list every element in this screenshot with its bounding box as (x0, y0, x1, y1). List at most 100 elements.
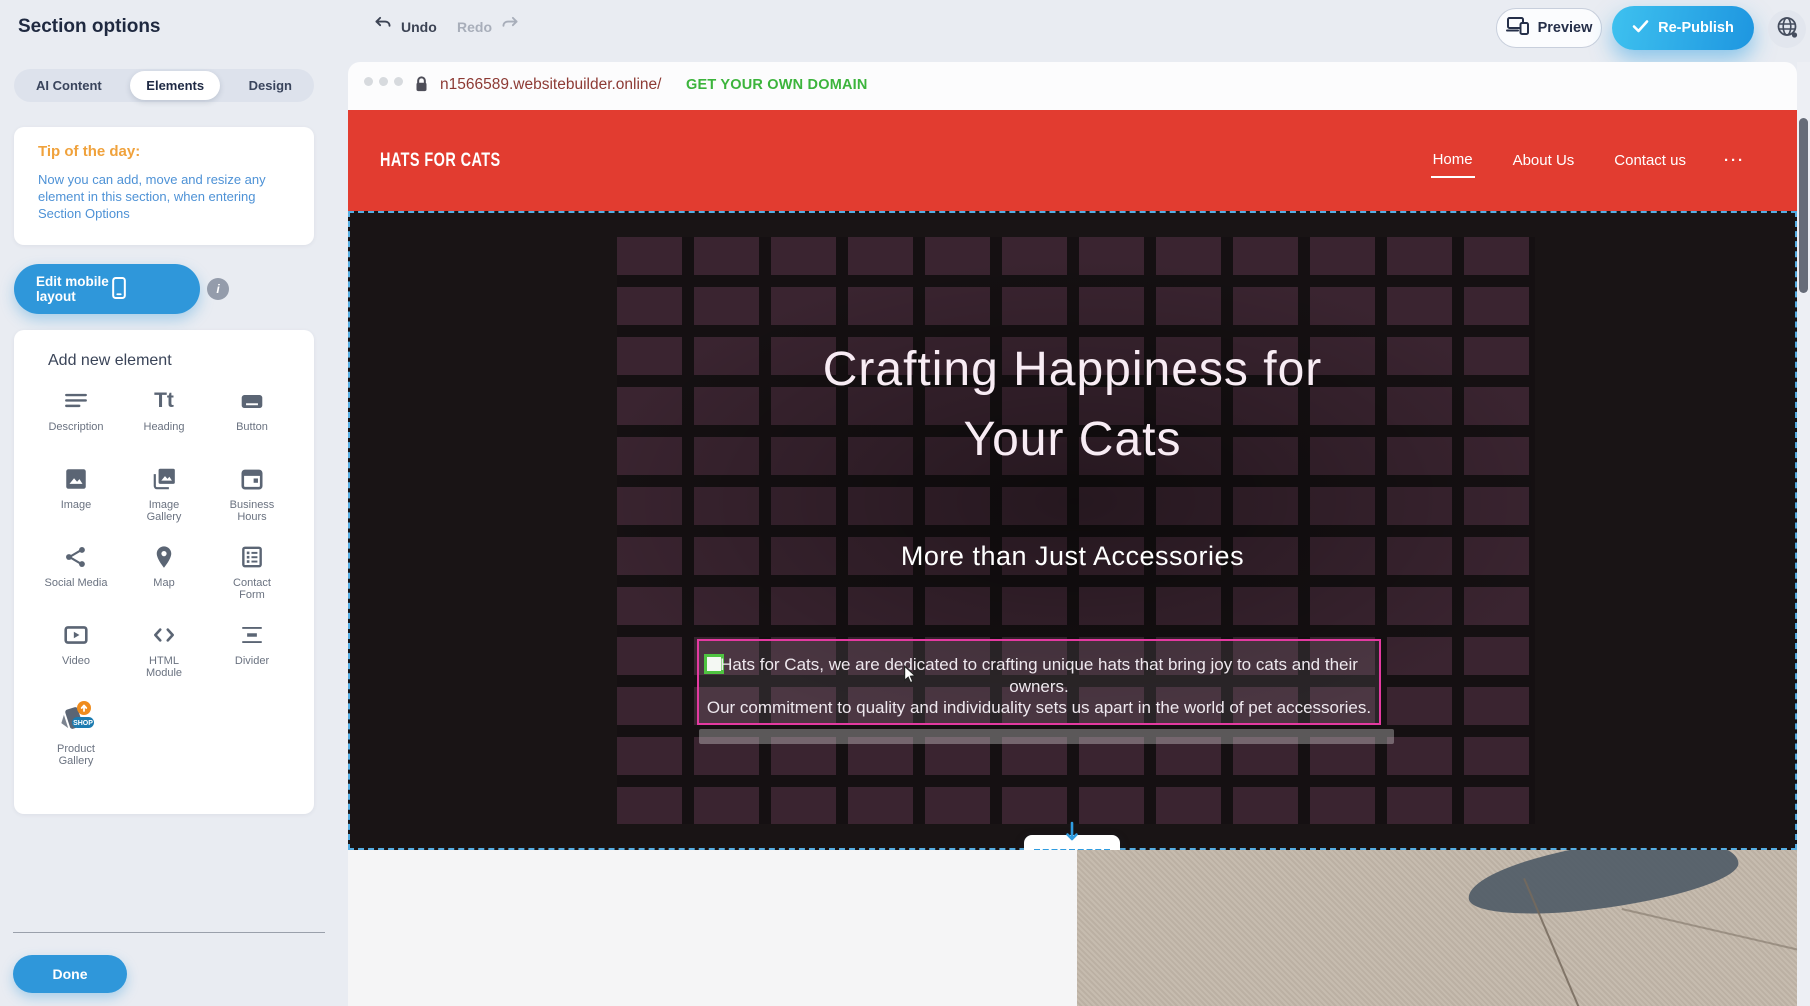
done-label: Done (53, 966, 88, 982)
site-preview-window: n1566589.websitebuilder.online/ GET YOUR… (348, 62, 1797, 1006)
scrollbar-thumb[interactable] (1799, 118, 1808, 293)
undo-label: Undo (401, 19, 437, 35)
edit-mobile-layout-label: Edit mobile layout (36, 274, 109, 304)
site-logo[interactable]: HATS FOR CATS (380, 149, 501, 172)
element-html-module[interactable]: HTML Module (120, 622, 208, 684)
social-media-icon (63, 544, 89, 570)
element-button[interactable]: Button (208, 388, 296, 450)
paragraph-element-selected[interactable]: Hats for Cats, we are dedicated to craft… (697, 639, 1381, 725)
tip-title: Tip of the day: (38, 143, 290, 160)
tip-card: Tip of the day: Now you can add, move an… (14, 127, 314, 245)
edit-mobile-layout-button[interactable]: Edit mobile layout (14, 264, 200, 314)
next-section[interactable] (348, 850, 1797, 1006)
element-video[interactable]: Video (32, 622, 120, 684)
add-element-title: Add new element (48, 352, 296, 370)
mouse-cursor (903, 665, 918, 690)
preview-button[interactable]: Preview (1496, 8, 1602, 48)
devices-icon (1506, 15, 1530, 41)
element-label: Business Hours (226, 499, 278, 523)
scrollbar-track[interactable] (1797, 62, 1810, 1006)
svg-text:SHOP: SHOP (73, 720, 93, 727)
address-url: n1566589.websitebuilder.online/ (440, 76, 661, 94)
republish-label: Re-Publish (1658, 20, 1734, 36)
description-icon (63, 388, 89, 414)
phone-icon (109, 275, 182, 304)
nav-contact-us[interactable]: Contact us (1612, 144, 1688, 177)
element-label: Image (61, 499, 92, 511)
republish-button[interactable]: Re-Publish (1612, 6, 1754, 50)
redo-icon (500, 15, 520, 38)
panel-tabs: AI Content Elements Design (14, 69, 314, 102)
contact-form-icon (239, 544, 265, 570)
element-label: Social Media (45, 577, 108, 589)
tab-design[interactable]: Design (233, 71, 308, 100)
element-toolbar-shadow (699, 729, 1394, 744)
tab-elements[interactable]: Elements (130, 71, 220, 100)
element-social-media[interactable]: Social Media (32, 544, 120, 606)
hero-title[interactable]: Crafting Happiness for Your Cats (350, 335, 1795, 475)
element-label: Divider (235, 655, 269, 667)
hero-paragraph: Hats for Cats, we are dedicated to craft… (699, 654, 1379, 719)
nav-about-us[interactable]: About Us (1511, 144, 1577, 177)
element-divider[interactable]: Divider (208, 622, 296, 684)
element-label: Image Gallery (138, 499, 190, 523)
site-nav: Home About Us Contact us ··· (1431, 110, 1745, 211)
divider-icon (239, 622, 265, 648)
element-map[interactable]: Map (120, 544, 208, 606)
element-image-gallery[interactable]: Image Gallery (120, 466, 208, 528)
heading-icon: Tt (154, 388, 174, 414)
element-image[interactable]: Image (32, 466, 120, 528)
paragraph-line2: Our commitment to quality and individual… (699, 697, 1379, 719)
product-gallery-icon: SHOP (56, 700, 96, 736)
element-business-hours[interactable]: Business Hours (208, 466, 296, 528)
element-label: Heading (144, 421, 185, 433)
nav-home[interactable]: Home (1431, 143, 1475, 178)
hero-title-line1: Crafting Happiness for (350, 335, 1795, 405)
button-icon (239, 388, 265, 414)
element-description[interactable]: Description (32, 388, 120, 450)
check-icon (1632, 19, 1649, 37)
element-label: Description (48, 421, 103, 433)
hero-subtitle[interactable]: More than Just Accessories (350, 541, 1795, 572)
tab-ai-content[interactable]: AI Content (20, 71, 118, 100)
hero-section-selected[interactable]: Crafting Happiness for Your Cats More th… (348, 211, 1797, 850)
paragraph-line1: Hats for Cats, we are dedicated to craft… (699, 654, 1379, 697)
image-gallery-icon (151, 466, 177, 492)
element-grid: Description Tt Heading Button Image (32, 388, 296, 767)
html-module-icon (151, 622, 177, 648)
element-label: Button (236, 421, 268, 433)
element-contact-form[interactable]: Contact Form (208, 544, 296, 606)
app: Section options AI Content Elements Desi… (0, 0, 1810, 1006)
language-globe-button[interactable] (1768, 10, 1806, 48)
floor-image (1077, 850, 1797, 1006)
redo-label: Redo (457, 19, 492, 35)
nav-more-menu[interactable]: ··· (1724, 152, 1745, 169)
site-header: HATS FOR CATS Home About Us Contact us ·… (348, 110, 1797, 211)
element-heading[interactable]: Tt Heading (120, 388, 208, 450)
element-label: Video (62, 655, 90, 667)
page-title: Section options (18, 16, 161, 38)
info-icon[interactable]: i (207, 278, 229, 300)
map-icon (151, 544, 177, 570)
image-icon (63, 466, 89, 492)
info-glyph: i (216, 282, 219, 296)
video-icon (63, 622, 89, 648)
element-label: Product Gallery (50, 743, 102, 767)
business-hours-icon (239, 466, 265, 492)
floor-tile-line (1622, 908, 1797, 950)
element-label: Map (153, 577, 174, 589)
panel-divider (13, 932, 325, 933)
globe-icon (1775, 15, 1799, 44)
element-label: HTML Module (138, 655, 190, 679)
element-label: Contact Form (226, 577, 278, 601)
undo-icon (373, 15, 393, 38)
cat-shadow (1464, 850, 1742, 924)
browser-dots (364, 77, 403, 86)
get-domain-link[interactable]: GET YOUR OWN DOMAIN (686, 77, 868, 93)
done-button[interactable]: Done (13, 955, 127, 993)
redo-button[interactable]: Redo (457, 15, 520, 38)
add-element-card: Add new element Description Tt Heading B… (14, 330, 314, 814)
element-product-gallery[interactable]: SHOP Product Gallery (32, 700, 120, 767)
undo-button[interactable]: Undo (373, 15, 437, 38)
hero-title-line2: Your Cats (350, 405, 1795, 475)
